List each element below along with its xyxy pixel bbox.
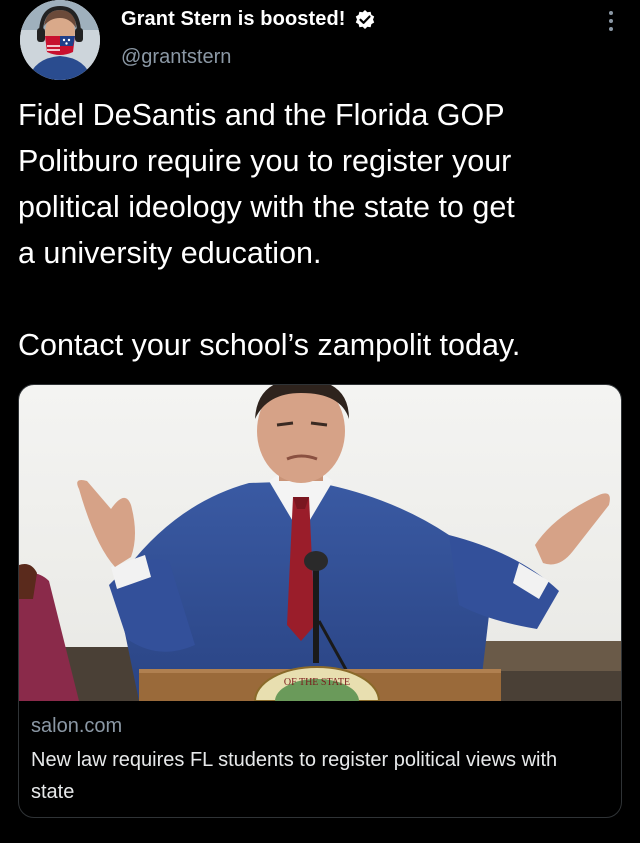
link-card[interactable]: OF THE STATE salon.com New law requires … [18,384,622,818]
card-title[interactable]: New law requires FL students to register… [31,744,601,808]
seal-text: OF THE STATE [284,677,350,688]
display-name[interactable]: Grant Stern is boosted! [121,8,346,31]
display-name-row[interactable]: Grant Stern is boosted! [121,8,376,31]
avatar-image [20,0,100,80]
tweet[interactable]: Grant Stern is boosted! @grantstern Fide… [0,0,640,843]
avatar[interactable] [20,0,100,80]
card-image[interactable]: OF THE STATE [19,385,621,701]
verified-badge-icon [354,9,376,31]
more-options-icon[interactable] [608,10,614,32]
card-domain[interactable]: salon.com [31,715,122,738]
handle[interactable]: @grantstern [121,46,231,69]
tweet-text: Fidel DeSantis and the Florida GOP Polit… [18,98,521,362]
